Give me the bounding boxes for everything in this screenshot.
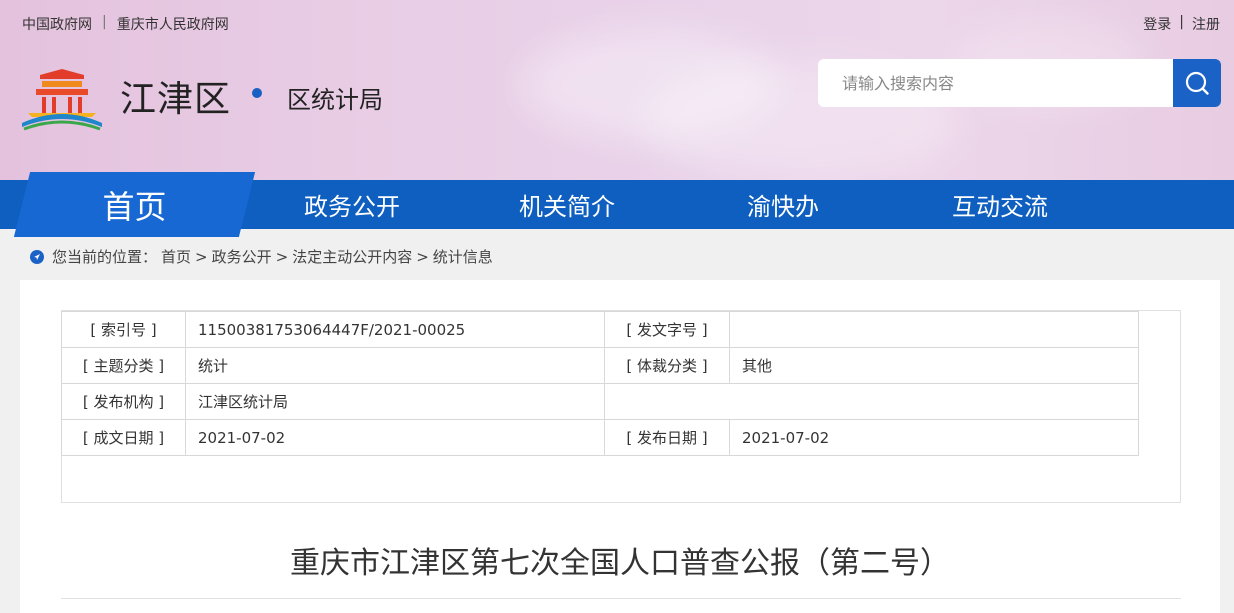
login-link[interactable]: 登录 <box>1143 14 1171 34</box>
account-links-separator: | <box>1179 14 1184 30</box>
search-icon <box>1185 71 1209 95</box>
created-date-value: 2021-07-02 <box>185 419 605 456</box>
nav-gov-affairs[interactable]: 政务公开 <box>304 180 400 229</box>
created-date-label: [ 成文日期 ] <box>61 419 186 456</box>
title-divider <box>61 598 1181 599</box>
breadcrumb-separator: > <box>416 247 429 266</box>
breadcrumb: 您当前的位置： 首页 > 政务公开 > 法定主动公开内容 > 统计信息 <box>30 246 493 267</box>
top-links-separator: | <box>102 14 107 30</box>
account-links: 登录 | 注册 <box>1143 14 1220 34</box>
index-value: 11500381753064447F/2021-00025 <box>185 311 605 348</box>
table-row: [ 成文日期 ] 2021-07-02 [ 发布日期 ] 2021-07-02 <box>61 419 1139 456</box>
search-button[interactable] <box>1173 59 1221 107</box>
top-links: 中国政府网 | 重庆市人民政府网 <box>22 14 229 34</box>
table-row: [ 索引号 ] 11500381753064447F/2021-00025 [ … <box>61 311 1139 348</box>
article-panel: [ 索引号 ] 11500381753064447F/2021-00025 [ … <box>20 280 1220 613</box>
empty-cell <box>604 383 1139 420</box>
genre-value: 其他 <box>729 347 1139 384</box>
article-title: 重庆市江津区第七次全国人口普查公报（第二号） <box>290 546 950 581</box>
district-logo-icon[interactable] <box>20 65 104 131</box>
breadcrumb-separator: > <box>195 247 208 266</box>
nav-agency-intro[interactable]: 机关简介 <box>519 180 615 229</box>
topic-value: 统计 <box>185 347 605 384</box>
breadcrumb-statutory-disclosure[interactable]: 法定主动公开内容 <box>292 246 412 267</box>
search-bar <box>818 59 1221 107</box>
breadcrumb-statistics[interactable]: 统计信息 <box>433 246 493 267</box>
published-date-value: 2021-07-02 <box>729 419 1139 456</box>
breadcrumb-prefix: 您当前的位置： <box>52 248 158 266</box>
title-dot <box>252 88 262 98</box>
breadcrumb-gov-affairs[interactable]: 政务公开 <box>212 246 272 267</box>
table-row: [ 主题分类 ] 统计 [ 体裁分类 ] 其他 <box>61 347 1139 384</box>
gov-portal-link[interactable]: 中国政府网 <box>22 14 92 34</box>
docno-value <box>729 311 1139 348</box>
chongqing-gov-link[interactable]: 重庆市人民政府网 <box>117 14 229 34</box>
search-input[interactable] <box>818 59 1173 107</box>
index-label: [ 索引号 ] <box>61 311 186 348</box>
genre-label: [ 体裁分类 ] <box>604 347 730 384</box>
nav-yukuaiban[interactable]: 渝快办 <box>747 180 819 229</box>
org-label: [ 发布机构 ] <box>61 383 186 420</box>
topic-label: [ 主题分类 ] <box>61 347 186 384</box>
site-header: 中国政府网 | 重庆市人民政府网 登录 | 注册 江津区 区统计局 <box>0 0 1234 180</box>
breadcrumb-home[interactable]: 首页 <box>161 246 191 267</box>
location-icon <box>30 249 44 264</box>
site-name: 江津区 <box>120 79 232 120</box>
nav-home[interactable]: 首页 <box>22 172 247 237</box>
docno-label: [ 发文字号 ] <box>604 311 730 348</box>
department-name: 区统计局 <box>287 86 383 114</box>
breadcrumb-separator: > <box>275 247 289 266</box>
metadata-table: [ 索引号 ] 11500381753064447F/2021-00025 [ … <box>61 311 1139 456</box>
published-date-label: [ 发布日期 ] <box>604 419 730 456</box>
register-link[interactable]: 注册 <box>1192 14 1220 34</box>
org-value: 江津区统计局 <box>185 383 605 420</box>
nav-interaction[interactable]: 互动交流 <box>952 180 1048 229</box>
table-row: [ 发布机构 ] 江津区统计局 <box>61 383 1139 420</box>
